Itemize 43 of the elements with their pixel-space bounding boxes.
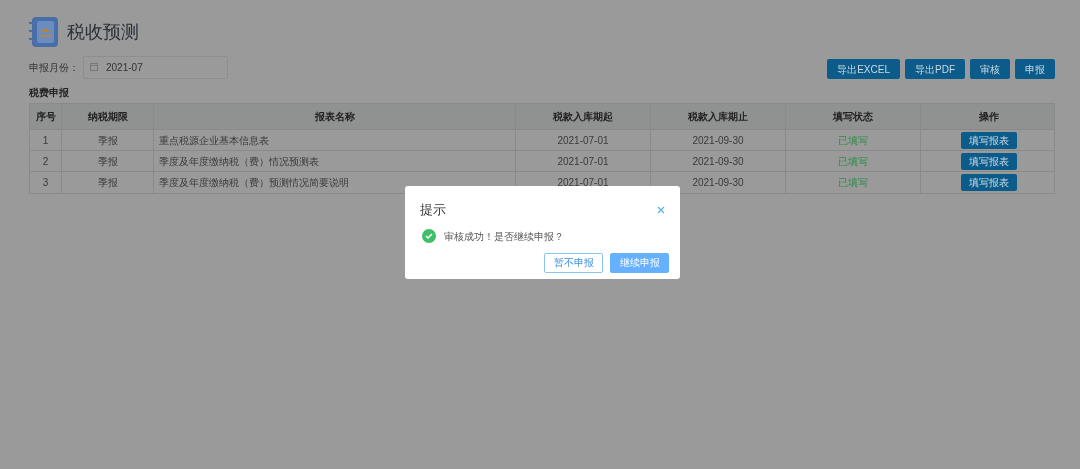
column-header: 填写状态 [833, 110, 873, 124]
table-cell-text: 季报 [97, 176, 118, 190]
calendar-icon [90, 63, 98, 71]
table-cell-text: 季度及年度缴纳税（费）预测情况简要说明 [159, 176, 349, 190]
fill-report-button[interactable]: 填写报表 [960, 152, 1017, 170]
table-cell-text: 季报 [97, 133, 118, 148]
status-text: 已填写 [838, 154, 868, 169]
status-text: 已填写 [838, 133, 868, 148]
column-header: 报表名称 [314, 110, 355, 124]
table-cell-text: 季报 [97, 154, 118, 169]
dialog-message: 审核成功！是否继续申报？ [444, 229, 564, 244]
table-cell-text: 2 [42, 154, 49, 169]
table-cell-text: 重点税源企业基本信息表 [159, 133, 269, 148]
table-cell-text: 2021-09-30 [692, 133, 744, 148]
toolbar-button[interactable]: 导出PDF [905, 59, 965, 79]
table-cell-text: 3 [42, 176, 49, 190]
table-cell-text: 2021-07-01 [557, 176, 609, 190]
table-cell-text: 2021-07-01 [557, 133, 609, 148]
table-cell-text: 2021-09-30 [692, 176, 744, 190]
filter-label: 申报月份： [29, 60, 79, 75]
toolbar-button[interactable]: 导出EXCEL [827, 59, 900, 79]
toolbar-button[interactable]: 申报 [1015, 59, 1055, 79]
check-circle-icon [422, 229, 436, 243]
section-title: 税费申报 [29, 86, 69, 100]
month-field[interactable]: 2021-07 [83, 55, 228, 79]
column-header: 序号 [35, 110, 56, 124]
toolbar-button[interactable]: 审核 [970, 59, 1010, 79]
table-cell-text: 季度及年度缴纳税（费）情况预测表 [159, 154, 319, 169]
page-title: 税收预测 [67, 20, 139, 44]
close-icon[interactable] [657, 205, 665, 214]
fill-report-button[interactable]: 填写报表 [960, 174, 1017, 191]
table-cell-text: 1 [42, 133, 49, 148]
table-cell-text: 2021-07-01 [557, 154, 609, 169]
dialog-title: 提示 [420, 201, 446, 219]
fill-report-button[interactable]: 填写报表 [960, 131, 1017, 149]
column-header: 纳税期限 [87, 110, 128, 124]
cancel-button[interactable]: 暂不申报 [544, 252, 603, 273]
column-header: 税款入库期起 [553, 110, 613, 124]
table-cell-text: 2021-09-30 [692, 154, 744, 169]
column-header: 操作 [978, 110, 999, 124]
column-header: 税款入库期止 [688, 110, 748, 124]
notebook-icon [29, 16, 59, 48]
status-text: 已填写 [838, 176, 868, 190]
